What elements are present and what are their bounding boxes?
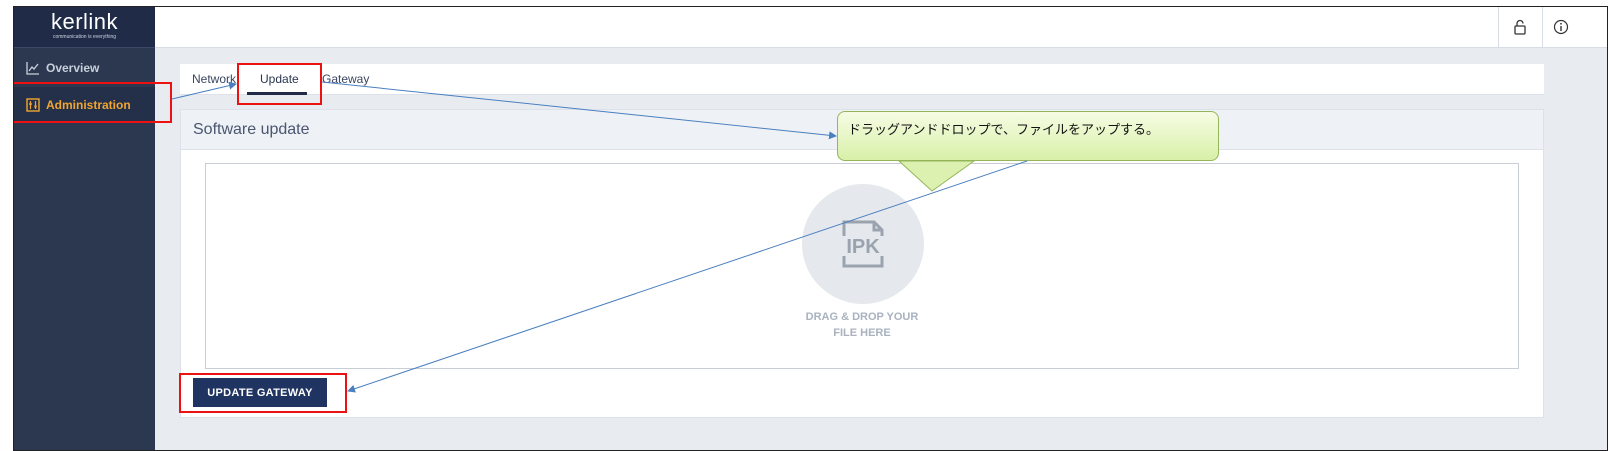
info-icon[interactable] — [1550, 16, 1572, 38]
sidebar-item-administration[interactable]: Administration — [14, 87, 155, 123]
sidebar-item-label: Administration — [46, 98, 131, 112]
active-tab-indicator — [247, 92, 307, 95]
settings-panel-icon — [26, 98, 40, 112]
app-window: kerlink communication is everything Over… — [13, 6, 1608, 451]
update-gateway-button[interactable]: UPDATE GATEWAY — [193, 378, 327, 407]
dropzone-circle: IPK — [802, 184, 924, 304]
lock-icon[interactable] — [1509, 16, 1531, 38]
ipk-file-icon: IPK — [840, 220, 886, 268]
sidebar: kerlink communication is everything Over… — [14, 7, 155, 450]
topbar-divider — [1498, 7, 1499, 48]
logo: kerlink communication is everything — [14, 7, 155, 48]
sidebar-item-label: Overview — [46, 61, 100, 75]
dropzone-text-line1: DRAG & DROP YOUR — [805, 311, 919, 323]
file-dropzone[interactable]: IPK DRAG & DROP YOUR FILE HERE — [205, 163, 1519, 369]
tab-network[interactable]: Network — [192, 64, 236, 95]
dropzone-text: DRAG & DROP YOUR FILE HERE — [762, 309, 962, 341]
card-title: Software update — [193, 121, 310, 138]
chart-line-icon — [26, 62, 39, 75]
topbar — [155, 7, 1607, 48]
tab-bar: Network Update Gateway — [180, 64, 1544, 95]
topbar-divider — [1542, 7, 1543, 48]
annotation-callout: ドラッグアンドドロップで、ファイルをアップする。 — [837, 111, 1219, 161]
dropzone-text-line2: FILE HERE — [833, 327, 891, 339]
ipk-label: IPK — [846, 236, 880, 258]
logo-brand: kerlink — [50, 9, 119, 34]
sidebar-item-overview[interactable]: Overview — [14, 50, 155, 86]
tab-update[interactable]: Update — [260, 64, 299, 95]
logo-tagline: communication is everything — [52, 34, 117, 40]
tab-gateway[interactable]: Gateway — [322, 64, 369, 95]
